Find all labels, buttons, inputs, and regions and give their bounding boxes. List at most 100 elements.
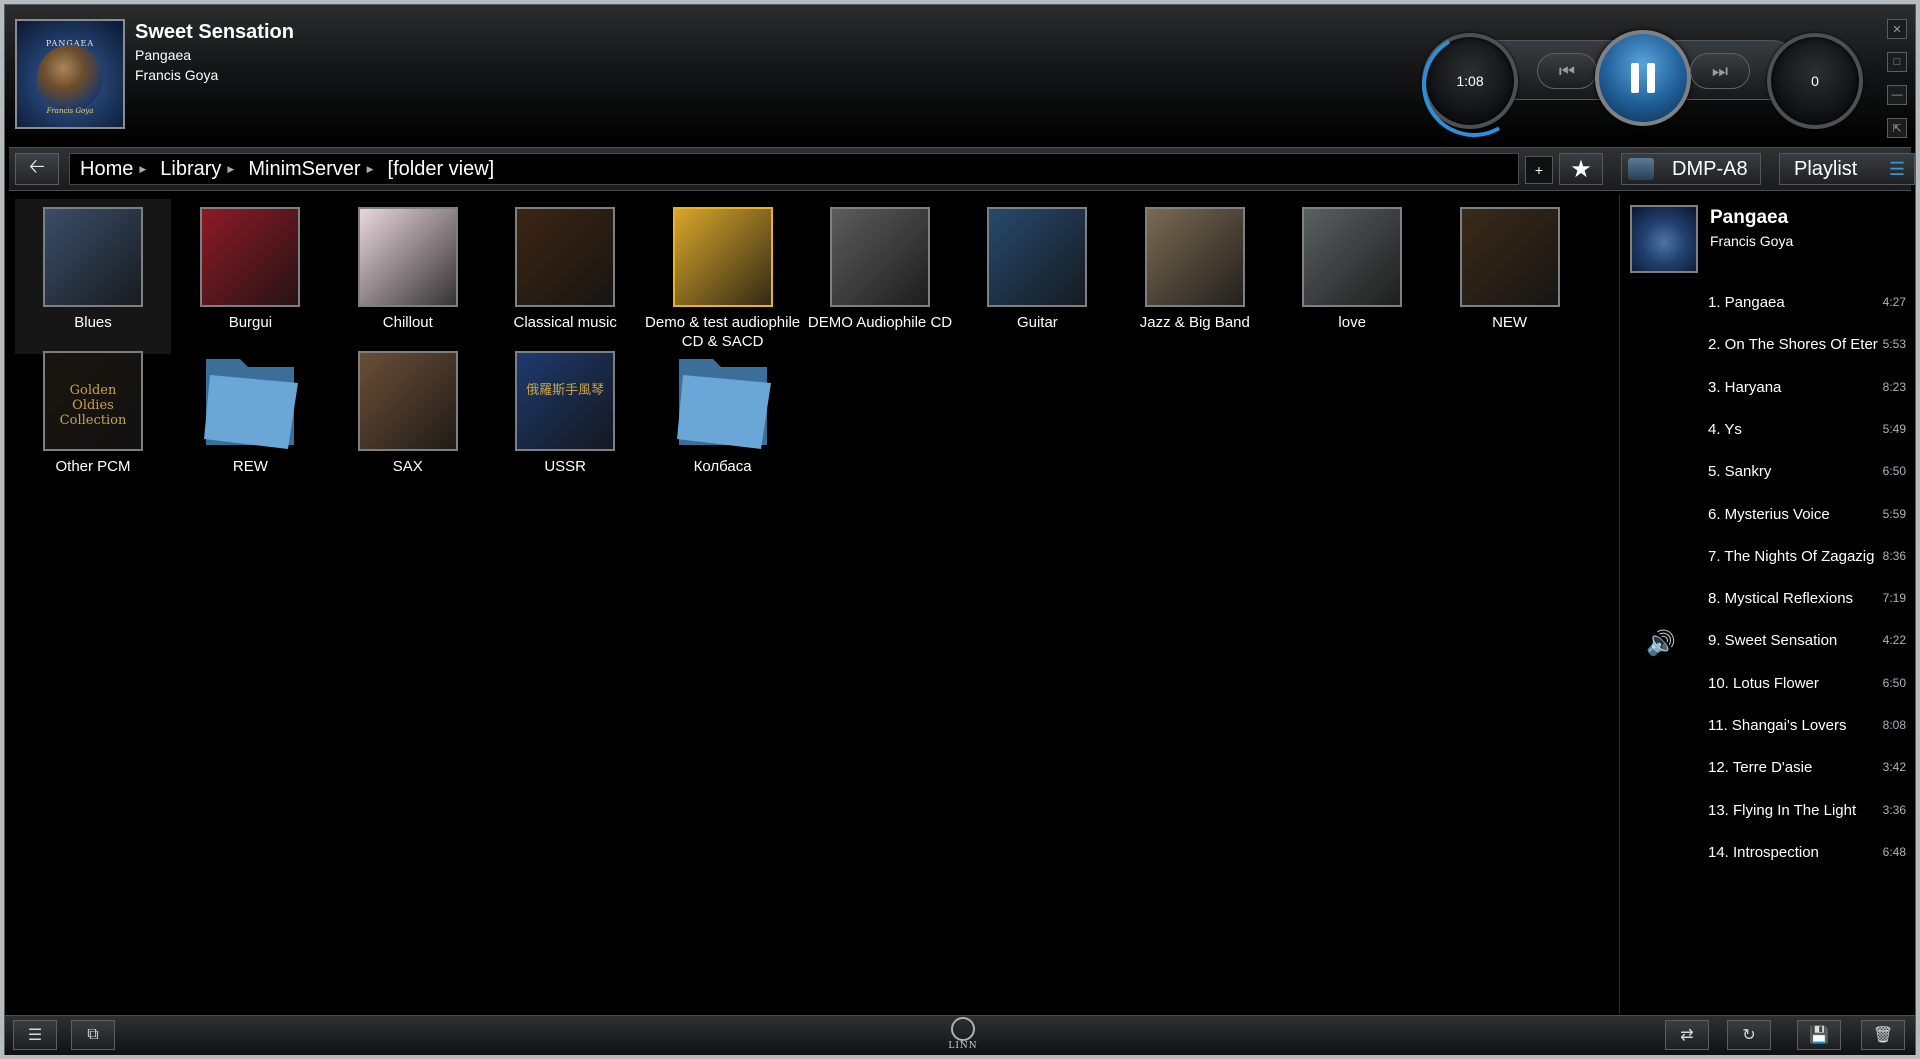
room-selector-button[interactable]: DMP-A8	[1621, 153, 1761, 185]
minimize-icon[interactable]: —	[1887, 85, 1907, 105]
track-title: 13. Flying In The Light	[1708, 801, 1857, 819]
save-icon: 💾	[1809, 1027, 1829, 1044]
track-title: 5. Sankry	[1708, 463, 1772, 481]
folder-item[interactable]: DEMO Audiophile CD	[802, 199, 958, 354]
folder-item[interactable]: Колбаса	[645, 343, 801, 498]
linn-logo-icon	[951, 1017, 975, 1041]
folder-item[interactable]: love	[1274, 199, 1430, 354]
chevron-right-icon: ▶	[227, 163, 235, 174]
folder-label: Other PCM	[55, 458, 131, 475]
add-button[interactable]: +	[1525, 156, 1553, 184]
playlist-button[interactable]: Playlist ☰	[1779, 153, 1915, 185]
playlist-track[interactable]: 7. The Nights Of Zagazig 8:36	[1620, 536, 1910, 578]
pause-button[interactable]	[1595, 30, 1691, 126]
folder-label: USSR	[544, 458, 587, 475]
playlist-track[interactable]: 8. Mystical Reflexions 7:19	[1620, 578, 1910, 620]
folder-cover-art	[357, 351, 458, 451]
pause-icon	[1627, 63, 1659, 93]
playlist-track[interactable]: 4. Ys 5:49	[1620, 409, 1910, 451]
track-title: 9. Sweet Sensation	[1708, 632, 1838, 650]
folder-item[interactable]: Golden Oldies Collection Other PCM	[15, 343, 171, 498]
track-duration: 8:08	[1882, 718, 1906, 732]
breadcrumb-home[interactable]: Home	[80, 158, 133, 181]
folder-item[interactable]: Guitar	[959, 199, 1115, 354]
trash-icon: 🗑	[1872, 1027, 1894, 1044]
folder-item[interactable]: SAX	[330, 343, 486, 498]
folder-item[interactable]: Demo & test audiophile CD & SACD	[645, 199, 801, 354]
breadcrumb: Home ▶ Library ▶ MinimServer ▶ [folder view…	[69, 153, 1519, 185]
playlist-track[interactable]: 13. Flying In The Light 3:36	[1620, 790, 1910, 832]
window-mode-button[interactable]: ⧉	[71, 1020, 115, 1050]
folder-item[interactable]: REW	[172, 343, 328, 498]
folder-item[interactable]: NEW	[1432, 199, 1588, 354]
playlist-track[interactable]: 2. On The Shores Of Eternity 5:53	[1620, 324, 1910, 366]
list-view-icon: ☰	[27, 1027, 43, 1044]
folder-item[interactable]: Burgui	[172, 199, 328, 354]
folder-label: Jazz & Big Band	[1139, 314, 1250, 331]
folder-cover-art	[43, 207, 143, 307]
breadcrumb-folder-view[interactable]: [folder view]	[388, 158, 495, 181]
elapsed-time-knob[interactable]: 1:08	[1422, 33, 1518, 129]
clear-playlist-button[interactable]: 🗑	[1861, 1020, 1905, 1050]
now-playing-artist: Francis Goya	[135, 67, 219, 83]
mini-mode-icon[interactable]: ⇱	[1887, 118, 1907, 138]
playlist-track[interactable]: 12. Terre D'asie 3:42	[1620, 747, 1910, 789]
playlist-album: Pangaea	[1710, 207, 1789, 228]
chevron-right-icon: ▶	[366, 163, 374, 174]
back-button[interactable]: 🡠	[15, 153, 59, 185]
now-playing-album: Pangaea	[135, 47, 192, 63]
track-duration: 6:50	[1882, 464, 1906, 479]
track-duration: 6:48	[1882, 844, 1906, 859]
cover-art-text: 俄羅斯手風琴	[526, 383, 605, 398]
playlist-track[interactable]: 6. Mysterius Voice 5:59	[1620, 494, 1910, 536]
folder-item[interactable]: Classical music	[487, 199, 643, 354]
now-playing-bar: PANGAEA Francis Goya Sweet Sensation Pan…	[5, 5, 1915, 145]
folder-cover-art	[515, 207, 616, 307]
track-title: 6. Mysterius Voice	[1708, 505, 1830, 523]
track-duration: 8:23	[1882, 379, 1906, 394]
folder-cover-art	[672, 207, 773, 307]
folder-label: Burgui	[228, 314, 273, 331]
folder-item[interactable]: Jazz & Big Band	[1117, 199, 1273, 354]
track-duration: 5:49	[1882, 421, 1906, 436]
folder-item[interactable]: Chillout	[330, 199, 486, 354]
star-icon: ★	[1570, 155, 1592, 183]
folder-cover-art: 俄羅斯手風琴	[515, 351, 616, 451]
track-duration: 3:42	[1882, 760, 1906, 775]
repeat-button[interactable]: ↻	[1727, 1020, 1771, 1050]
shuffle-button[interactable]: ⇄	[1665, 1020, 1709, 1050]
playlist-track[interactable]: 10. Lotus Flower 6:50	[1620, 663, 1910, 705]
playlist-track[interactable]: 11. Shangai's Lovers 8:08	[1620, 705, 1910, 747]
playlist-track[interactable]: 🔊 9. Sweet Sensation 4:22	[1620, 620, 1910, 662]
track-title: 11. Shangai's Lovers	[1708, 717, 1847, 734]
playlist-track[interactable]: 14. Introspection 6:48	[1620, 832, 1910, 874]
now-playing-cover-art[interactable]: PANGAEA Francis Goya	[15, 19, 125, 129]
playlist-track[interactable]: 5. Sankry 6:50	[1620, 451, 1910, 493]
close-icon[interactable]: ✕	[1887, 19, 1907, 39]
folder-cover-art	[1459, 207, 1560, 307]
playlist-track[interactable]: 3. Haryana 8:23	[1620, 367, 1910, 409]
now-playing-speaker-icon: 🔊	[1646, 630, 1676, 658]
track-title: 7. The Nights Of Zagazig	[1708, 547, 1875, 565]
speaker-device-icon	[1628, 158, 1654, 180]
breadcrumb-library[interactable]: Library	[160, 158, 221, 181]
folder-item[interactable]: 俄羅斯手風琴 USSR	[487, 343, 643, 498]
folder-cover-art	[830, 207, 930, 307]
track-duration: 5:59	[1882, 506, 1906, 521]
playlist-cover-art	[1630, 205, 1698, 273]
globe-image	[37, 45, 103, 111]
folder-cover-art	[1144, 207, 1245, 307]
playlist-icon: ☰	[1888, 159, 1906, 179]
previous-track-button[interactable]: ⏮	[1537, 53, 1597, 89]
save-playlist-button[interactable]: 💾	[1797, 1020, 1841, 1050]
maximize-icon[interactable]: □	[1887, 52, 1907, 72]
folder-item[interactable]: Blues	[15, 199, 171, 354]
list-view-button[interactable]: ☰	[13, 1020, 57, 1050]
track-duration: 4:27	[1882, 295, 1906, 309]
volume-knob[interactable]: 0	[1767, 33, 1863, 129]
playlist-track[interactable]: 1. Pangaea 4:27	[1620, 282, 1910, 324]
breadcrumb-minimserver[interactable]: MinimServer	[248, 158, 360, 181]
favorites-button[interactable]: ★	[1559, 153, 1603, 185]
chevron-right-icon: ▶	[139, 163, 147, 174]
next-track-button[interactable]: ⏭	[1690, 53, 1750, 89]
